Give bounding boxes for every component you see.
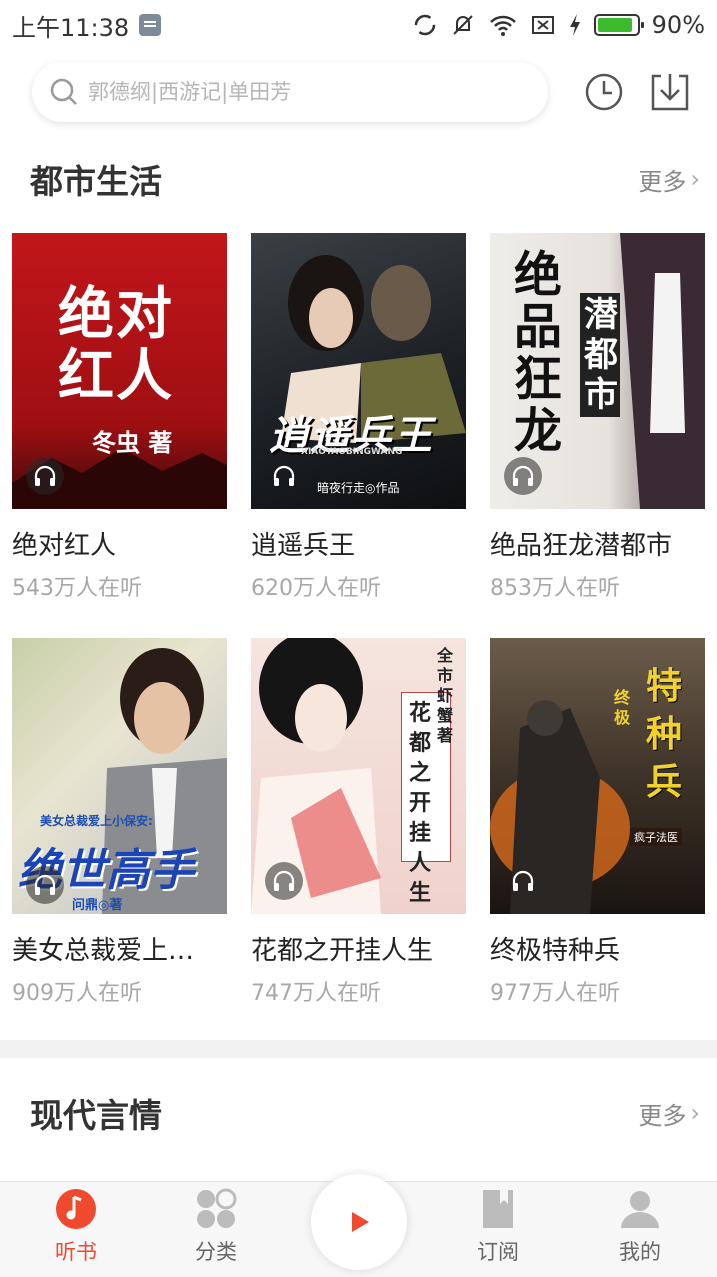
cover-title-text: 绝品狂龙 xyxy=(514,247,563,459)
nav-tab-subscribe[interactable]: 订阅 xyxy=(448,1188,548,1266)
audio-badge xyxy=(504,862,542,900)
search-input[interactable] xyxy=(88,80,518,104)
chevron-right-icon: › xyxy=(690,1099,700,1127)
nav-label: 订阅 xyxy=(477,1240,519,1264)
more-link[interactable]: 更多 › xyxy=(638,1096,700,1131)
book-card[interactable]: 特种兵 终极 疯子法医 终极特种兵 977万人在听 xyxy=(490,638,705,1007)
cover-title-text: 特种兵 xyxy=(646,665,683,803)
play-icon xyxy=(352,1212,369,1232)
cover-subtitle-text: 终极 xyxy=(614,688,631,727)
section-divider xyxy=(0,1040,717,1058)
cover-title-text-2: 潜都市 xyxy=(580,293,620,417)
nav-label: 听书 xyxy=(55,1240,97,1264)
more-label: 更多 xyxy=(638,167,687,196)
book-cover[interactable]: 美女总裁爱上小保安: 绝世高手 问鼎◎著 xyxy=(12,638,227,914)
battery-percent: 90% xyxy=(651,11,705,39)
cover-author-text: 疯子法医 xyxy=(630,828,682,846)
nav-label: 我的 xyxy=(619,1240,661,1264)
cover-author-text: 全市虾蟹 著 xyxy=(437,646,454,745)
battery-indicator xyxy=(593,14,644,36)
book-title[interactable]: 花都之开挂人生 xyxy=(251,930,466,967)
search-bar[interactable] xyxy=(32,62,548,122)
book-title[interactable]: 美女总裁爱上… xyxy=(12,930,227,967)
headphones-icon xyxy=(273,465,295,486)
notification-icon xyxy=(139,14,162,36)
cover-author-text: 问鼎◎著 xyxy=(72,898,123,913)
section-header-urban: 都市生活 更多 › xyxy=(30,154,700,204)
listener-count: 747万人在听 xyxy=(251,981,381,1006)
download-icon[interactable] xyxy=(648,70,692,114)
no-sim-icon xyxy=(531,16,554,34)
book-cover[interactable]: 花都之开挂人生 全市虾蟹 著 xyxy=(251,638,466,914)
audio-badge xyxy=(265,862,303,900)
listener-count: 620万人在听 xyxy=(251,576,381,601)
battery-fill xyxy=(597,18,632,32)
nav-tab-profile[interactable]: 我的 xyxy=(590,1188,690,1266)
history-clock-icon[interactable] xyxy=(582,70,626,114)
book-cover[interactable]: 特种兵 终极 疯子法医 xyxy=(490,638,705,914)
nav-tab-listen[interactable]: 听书 xyxy=(26,1188,126,1266)
status-bar: 上午11:38 90% xyxy=(0,0,717,50)
headphones-icon xyxy=(273,870,295,891)
sync-icon xyxy=(414,14,435,36)
headphones-icon xyxy=(34,465,56,486)
music-note-icon xyxy=(56,1189,96,1229)
cover-title-text: 花都之开挂人生 xyxy=(409,700,432,906)
bottom-nav: 听书 分类 订阅 我的 xyxy=(0,1174,717,1277)
chevron-right-icon: › xyxy=(690,165,700,193)
user-icon xyxy=(621,1191,659,1228)
mute-bell-icon xyxy=(452,15,473,35)
search-row xyxy=(32,62,702,122)
cover-author-text: 暗夜行走◎作品 xyxy=(317,481,400,495)
book-title[interactable]: 绝对红人 xyxy=(12,525,227,562)
more-link[interactable]: 更多 › xyxy=(638,162,700,197)
cover-subtitle-text: 美女总裁爱上小保安: xyxy=(40,814,153,828)
listener-count: 853万人在听 xyxy=(490,576,620,601)
book-card[interactable]: 美女总裁爱上小保安: 绝世高手 问鼎◎著 美女总裁爱上… 909万人在听 xyxy=(12,638,227,1007)
section-header-romance: 现代言情 更多 › xyxy=(30,1088,700,1138)
book-card[interactable]: 绝品狂龙 潜都市 绝品狂龙潜都市 853万人在听 xyxy=(490,233,705,602)
book-cover[interactable]: 绝品狂龙 潜都市 xyxy=(490,233,705,509)
category-grid-icon xyxy=(197,1188,237,1228)
listener-count: 977万人在听 xyxy=(490,981,620,1006)
book-grid: 绝对红人 冬虫 著 绝对红人 543万人在听 逍遥兵王 XIAOYAOBINGW… xyxy=(12,233,706,1007)
book-card[interactable]: 花都之开挂人生 全市虾蟹 著 花都之开挂人生 747万人在听 xyxy=(251,638,466,1007)
book-title[interactable]: 终极特种兵 xyxy=(490,930,705,967)
book-title[interactable]: 绝品狂龙潜都市 xyxy=(490,525,705,562)
headphones-icon xyxy=(512,465,534,486)
status-icons: 90% xyxy=(412,11,705,39)
battery-icon xyxy=(593,14,644,36)
audio-badge xyxy=(265,457,303,495)
charging-icon xyxy=(569,14,580,36)
book-cover[interactable]: 绝对红人 冬虫 著 xyxy=(12,233,227,509)
book-cover[interactable]: 逍遥兵王 XIAOYAOBINGWANG 暗夜行走◎作品 xyxy=(251,233,466,509)
wifi-icon xyxy=(489,15,516,36)
cover-author-text: 冬虫 著 xyxy=(92,428,173,457)
cover-title-text: 绝对红人 xyxy=(58,281,174,409)
search-icon xyxy=(50,78,77,105)
cover-subtitle-text: XIAOYAOBINGWANG xyxy=(301,447,403,457)
nav-tab-category[interactable]: 分类 xyxy=(166,1188,266,1266)
book-card[interactable]: 逍遥兵王 XIAOYAOBINGWANG 暗夜行走◎作品 逍遥兵王 620万人在… xyxy=(251,233,466,602)
listener-count: 543万人在听 xyxy=(12,576,142,601)
book-title[interactable]: 逍遥兵王 xyxy=(251,525,466,562)
headphones-icon xyxy=(34,874,56,895)
headphones-icon xyxy=(512,870,534,891)
more-label: 更多 xyxy=(638,1101,687,1130)
audio-badge xyxy=(26,457,64,495)
listener-count: 909万人在听 xyxy=(12,981,142,1006)
section-title: 都市生活 xyxy=(30,162,162,201)
book-card[interactable]: 绝对红人 冬虫 著 绝对红人 543万人在听 xyxy=(12,233,227,602)
bookmark-icon xyxy=(483,1190,513,1228)
status-time: 上午11:38 xyxy=(12,13,130,42)
audio-badge xyxy=(26,866,64,904)
play-button[interactable] xyxy=(311,1174,407,1270)
audio-badge xyxy=(504,457,542,495)
section-title: 现代言情 xyxy=(30,1096,162,1135)
nav-label: 分类 xyxy=(195,1240,237,1264)
